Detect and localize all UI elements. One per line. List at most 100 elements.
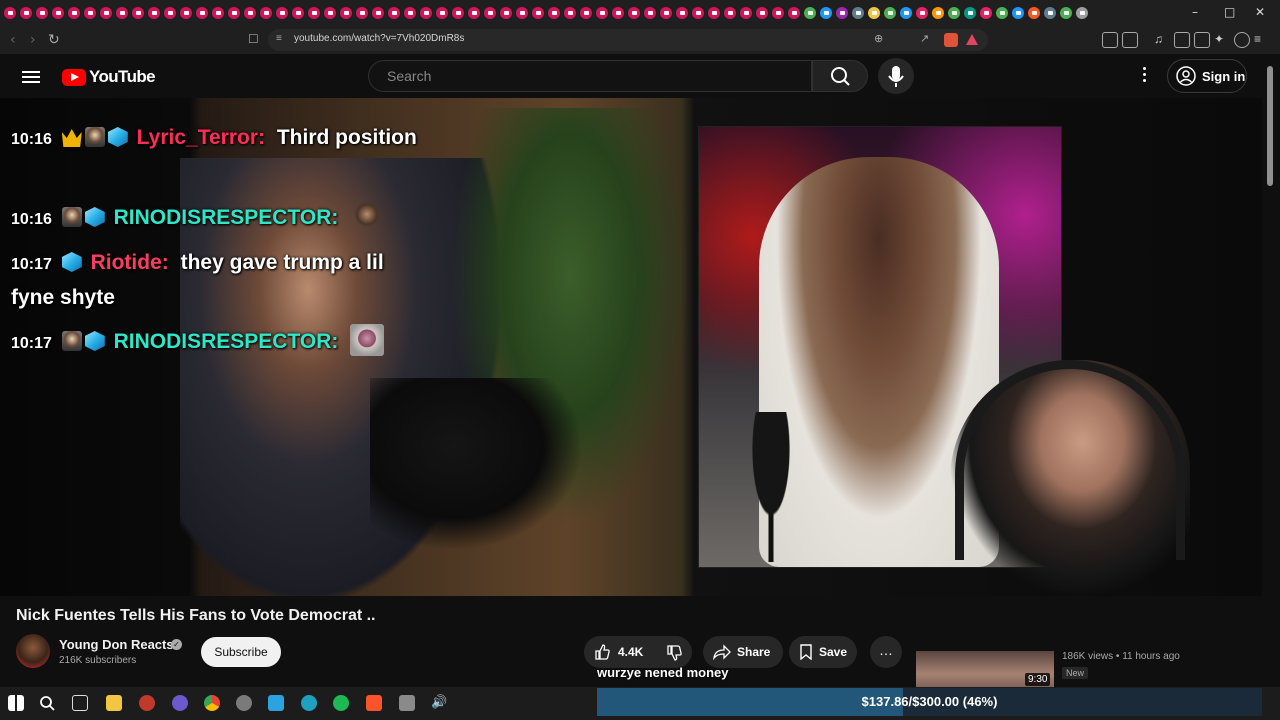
browser-tab-favicon[interactable]: [788, 7, 800, 19]
taskbar-app-icon[interactable]: [399, 695, 415, 711]
browser-tab-favicon[interactable]: [132, 7, 144, 19]
browser-tab-favicon[interactable]: [1012, 7, 1024, 19]
browser-tab-favicon[interactable]: [500, 7, 512, 19]
browser-tab-favicon[interactable]: [388, 7, 400, 19]
browser-tab-favicon[interactable]: [804, 7, 816, 19]
browser-tab-favicon[interactable]: [148, 7, 160, 19]
maximize-icon[interactable]: □: [1224, 5, 1235, 19]
voice-search-button[interactable]: [878, 58, 914, 94]
browser-tab-favicon[interactable]: [420, 7, 432, 19]
sign-in-button[interactable]: Sign in: [1167, 59, 1247, 93]
telegram-icon[interactable]: [268, 695, 284, 711]
bookmark-icon[interactable]: ☐: [248, 32, 259, 46]
browser-tab-favicon[interactable]: [68, 7, 80, 19]
browser-tab-favicon[interactable]: [324, 7, 336, 19]
browser-tab-favicon[interactable]: [948, 7, 960, 19]
browser-tab-favicon[interactable]: [228, 7, 240, 19]
edge-icon[interactable]: [301, 695, 317, 711]
hamburger-menu-icon[interactable]: [22, 68, 40, 84]
vpn-icon[interactable]: [1234, 32, 1250, 48]
browser-tab-favicon[interactable]: [1076, 7, 1088, 19]
browser-tab-favicon[interactable]: [436, 7, 448, 19]
browser-tab-favicon[interactable]: [452, 7, 464, 19]
sidebar-icon[interactable]: [1174, 32, 1190, 48]
like-icon[interactable]: [594, 644, 610, 660]
browser-tab-favicon[interactable]: [196, 7, 208, 19]
browser-tab-favicon[interactable]: [116, 7, 128, 19]
leo-icon[interactable]: ✦: [1214, 32, 1228, 46]
video-player[interactable]: 10:16 Lyric_Terror: Third position 10:16…: [0, 98, 1262, 596]
browser-tab-favicon[interactable]: [532, 7, 544, 19]
more-options-icon[interactable]: [1139, 67, 1149, 85]
browser-tab-favicon[interactable]: [820, 7, 832, 19]
browser-tab-favicon[interactable]: [100, 7, 112, 19]
taskbar-search-icon[interactable]: [39, 695, 55, 711]
like-count[interactable]: 4.4K: [618, 645, 643, 659]
channel-name[interactable]: Young Don Reacts: [59, 637, 174, 652]
browser-tab-favicon[interactable]: [964, 7, 976, 19]
browser-tab-favicon[interactable]: [756, 7, 768, 19]
channel-avatar[interactable]: [16, 634, 50, 668]
browser-tab-favicon[interactable]: [708, 7, 720, 19]
scrollbar-thumb[interactable]: [1267, 66, 1273, 186]
spotify-icon[interactable]: [333, 695, 349, 711]
extension-icon[interactable]: [1122, 32, 1138, 48]
wallet-icon[interactable]: [1194, 32, 1210, 48]
forward-icon[interactable]: ›: [30, 32, 36, 48]
browser-tabs[interactable]: [4, 7, 1088, 19]
brave-rewards-icon[interactable]: [966, 34, 978, 45]
browser-tab-favicon[interactable]: [564, 7, 576, 19]
browser-tab-favicon[interactable]: [580, 7, 592, 19]
page-scrollbar[interactable]: [1262, 54, 1280, 686]
start-menu-icon[interactable]: [8, 695, 24, 711]
volume-icon[interactable]: 🔊: [431, 695, 447, 711]
browser-tab-favicon[interactable]: [596, 7, 608, 19]
browser-tab-favicon[interactable]: [516, 7, 528, 19]
browser-tab-favicon[interactable]: [772, 7, 784, 19]
extension-icon[interactable]: [1102, 32, 1118, 48]
search-button[interactable]: [812, 60, 868, 92]
minimize-icon[interactable]: –: [1192, 5, 1198, 19]
zoom-icon[interactable]: ⊕: [874, 32, 883, 45]
browser-tab-favicon[interactable]: [980, 7, 992, 19]
url-field[interactable]: ≡ youtube.com/watch?v=7Vh020DmR8s ⊕ ↗: [268, 29, 988, 51]
browser-tab-favicon[interactable]: [468, 7, 480, 19]
browser-tab-favicon[interactable]: [900, 7, 912, 19]
browser-tab-favicon[interactable]: [356, 7, 368, 19]
browser-tab-favicon[interactable]: [724, 7, 736, 19]
browser-tab-favicon[interactable]: [692, 7, 704, 19]
browser-tab-favicon[interactable]: [676, 7, 688, 19]
browser-tab-favicon[interactable]: [740, 7, 752, 19]
subscribe-button[interactable]: Subscribe: [201, 637, 281, 667]
browser-tab-favicon[interactable]: [1060, 7, 1072, 19]
chrome-icon[interactable]: [204, 695, 220, 711]
browser-tab-favicon[interactable]: [628, 7, 640, 19]
browser-tab-favicon[interactable]: [372, 7, 384, 19]
brave-shield-icon[interactable]: [944, 33, 958, 47]
browser-tab-favicon[interactable]: [84, 7, 96, 19]
browser-tab-favicon[interactable]: [484, 7, 496, 19]
browser-tab-favicon[interactable]: [868, 7, 880, 19]
browser-tab-favicon[interactable]: [932, 7, 944, 19]
youtube-logo[interactable]: YouTube: [62, 67, 156, 87]
search-input[interactable]: [368, 60, 812, 92]
site-info-icon[interactable]: ≡: [276, 33, 282, 44]
share-page-icon[interactable]: ↗: [920, 32, 929, 45]
browser-tab-favicon[interactable]: [548, 7, 560, 19]
browser-tab-favicon[interactable]: [4, 7, 16, 19]
browser-tab-favicon[interactable]: [36, 7, 48, 19]
brave-icon[interactable]: [366, 695, 382, 711]
browser-tab-favicon[interactable]: [340, 7, 352, 19]
browser-tab-favicon[interactable]: [1028, 7, 1040, 19]
browser-tab-favicon[interactable]: [660, 7, 672, 19]
browser-tab-favicon[interactable]: [404, 7, 416, 19]
taskbar-app-icon[interactable]: [172, 695, 188, 711]
browser-tab-favicon[interactable]: [612, 7, 624, 19]
browser-tab-favicon[interactable]: [52, 7, 64, 19]
browser-tab-favicon[interactable]: [996, 7, 1008, 19]
share-button[interactable]: Share: [703, 636, 783, 668]
dislike-icon[interactable]: [666, 645, 682, 661]
browser-tab-favicon[interactable]: [308, 7, 320, 19]
menu-icon[interactable]: ≡: [1254, 32, 1268, 46]
close-window-icon[interactable]: ✕: [1255, 5, 1265, 19]
